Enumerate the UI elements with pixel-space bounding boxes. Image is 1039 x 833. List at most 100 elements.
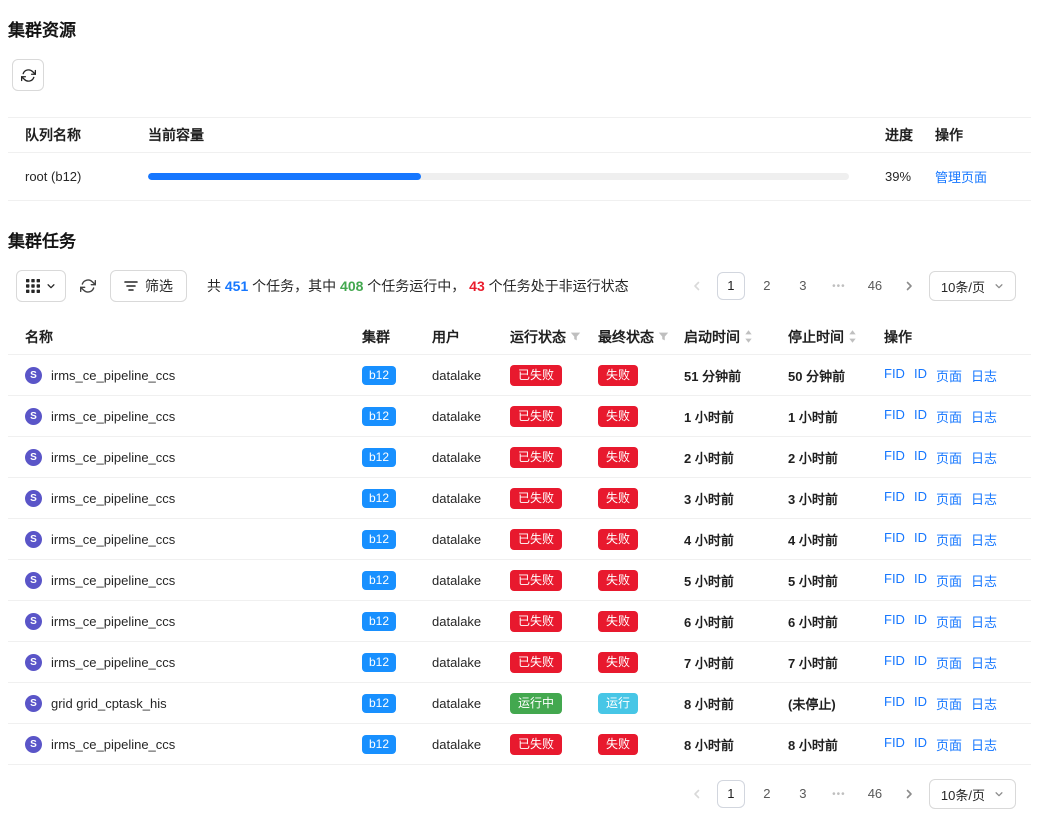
fid-link[interactable]: FID [884,653,905,672]
stop-time: 7 小时前 [788,653,884,672]
col-actions: 操作 [925,125,1015,145]
page-link[interactable]: 页面 [936,694,962,713]
queues-table-header: 队列名称 当前容量 进度 操作 [8,117,1031,153]
page-ellipsis[interactable]: ••• [825,272,853,300]
spark-avatar: S [25,531,42,548]
refresh-tasks-button[interactable] [78,278,98,294]
fid-link[interactable]: FID [884,735,905,754]
page-link[interactable]: 页面 [936,366,962,385]
queue-name: root (b12) [25,169,148,184]
col-start-time[interactable]: 启动时间 [684,327,788,347]
final-status-badge: 失败 [598,529,638,550]
log-link[interactable]: 日志 [971,489,997,508]
table-row: S irms_ce_pipeline_ccs b12 datalake 已失败 … [8,642,1031,683]
page-link[interactable]: 页面 [936,612,962,631]
next-page-button[interactable] [897,272,921,300]
page-button-1[interactable]: 1 [717,272,745,300]
task-name: irms_ce_pipeline_ccs [51,737,175,752]
id-link[interactable]: ID [914,735,927,754]
spark-avatar: S [25,490,42,507]
col-actions: 操作 [884,327,1015,347]
spark-avatar: S [25,613,42,630]
log-link[interactable]: 日志 [971,448,997,467]
running-count: 408 [340,278,363,294]
manage-page-link[interactable]: 管理页面 [935,170,987,185]
task-name: irms_ce_pipeline_ccs [51,450,175,465]
cluster-badge: b12 [362,448,396,467]
page-link[interactable]: 页面 [936,489,962,508]
fid-link[interactable]: FID [884,407,905,426]
page-button-last[interactable]: 46 [861,272,889,300]
prev-page-button[interactable] [685,780,709,808]
refresh-resources-button[interactable] [12,59,44,91]
log-link[interactable]: 日志 [971,530,997,549]
page-size-select[interactable]: 10条/页 [929,779,1016,809]
page-button-3[interactable]: 3 [789,780,817,808]
id-link[interactable]: ID [914,489,927,508]
page-size-select[interactable]: 10条/页 [929,271,1016,301]
page-button-1[interactable]: 1 [717,780,745,808]
fid-link[interactable]: FID [884,694,905,713]
log-link[interactable]: 日志 [971,694,997,713]
log-link[interactable]: 日志 [971,571,997,590]
total-count: 451 [225,278,248,294]
log-link[interactable]: 日志 [971,612,997,631]
id-link[interactable]: ID [914,407,927,426]
id-link[interactable]: ID [914,653,927,672]
fid-link[interactable]: FID [884,612,905,631]
next-page-button[interactable] [897,780,921,808]
start-time: 5 小时前 [684,571,788,590]
page-link[interactable]: 页面 [936,653,962,672]
page-link[interactable]: 页面 [936,735,962,754]
final-status-badge: 运行 [598,693,638,714]
table-row: S irms_ce_pipeline_ccs b12 datalake 已失败 … [8,724,1031,765]
id-link[interactable]: ID [914,571,927,590]
page-button-last[interactable]: 46 [861,780,889,808]
spark-avatar: S [25,367,42,384]
filter-funnel-icon[interactable] [658,331,669,342]
log-link[interactable]: 日志 [971,407,997,426]
prev-page-button[interactable] [685,272,709,300]
fid-link[interactable]: FID [884,530,905,549]
refresh-icon [21,68,36,83]
filter-button[interactable]: 筛选 [110,270,187,302]
run-status-badge: 运行中 [510,693,562,714]
filter-funnel-icon[interactable] [570,331,581,342]
chevron-down-icon [994,281,1004,291]
page-link[interactable]: 页面 [936,571,962,590]
page-size-label: 10条/页 [941,277,985,296]
col-stop-time[interactable]: 停止时间 [788,327,884,347]
id-link[interactable]: ID [914,530,927,549]
fid-link[interactable]: FID [884,571,905,590]
page-link[interactable]: 页面 [936,448,962,467]
log-link[interactable]: 日志 [971,653,997,672]
columns-dropdown-button[interactable] [16,270,66,302]
page-button-2[interactable]: 2 [753,272,781,300]
page-button-3[interactable]: 3 [789,272,817,300]
id-link[interactable]: ID [914,694,927,713]
page-button-2[interactable]: 2 [753,780,781,808]
run-status-badge: 已失败 [510,734,562,755]
id-link[interactable]: ID [914,612,927,631]
sorter-icon[interactable] [848,330,857,343]
fid-link[interactable]: FID [884,448,905,467]
log-link[interactable]: 日志 [971,366,997,385]
fid-link[interactable]: FID [884,489,905,508]
id-link[interactable]: ID [914,448,927,467]
user-label: datalake [432,409,510,424]
final-status-badge: 失败 [598,652,638,673]
sorter-icon[interactable] [744,330,753,343]
id-link[interactable]: ID [914,366,927,385]
pagination-bottom: 1 2 3 ••• 46 10条/页 [8,779,1016,809]
page-link[interactable]: 页面 [936,530,962,549]
page-link[interactable]: 页面 [936,407,962,426]
pagination-top: 1 2 3 ••• 46 10条/页 [685,271,1016,301]
cluster-badge: b12 [362,612,396,631]
run-status-badge: 已失败 [510,570,562,591]
stopped-count: 43 [469,278,485,294]
log-link[interactable]: 日志 [971,735,997,754]
user-label: datalake [432,573,510,588]
page-ellipsis[interactable]: ••• [825,780,853,808]
stop-time: 5 小时前 [788,571,884,590]
fid-link[interactable]: FID [884,366,905,385]
